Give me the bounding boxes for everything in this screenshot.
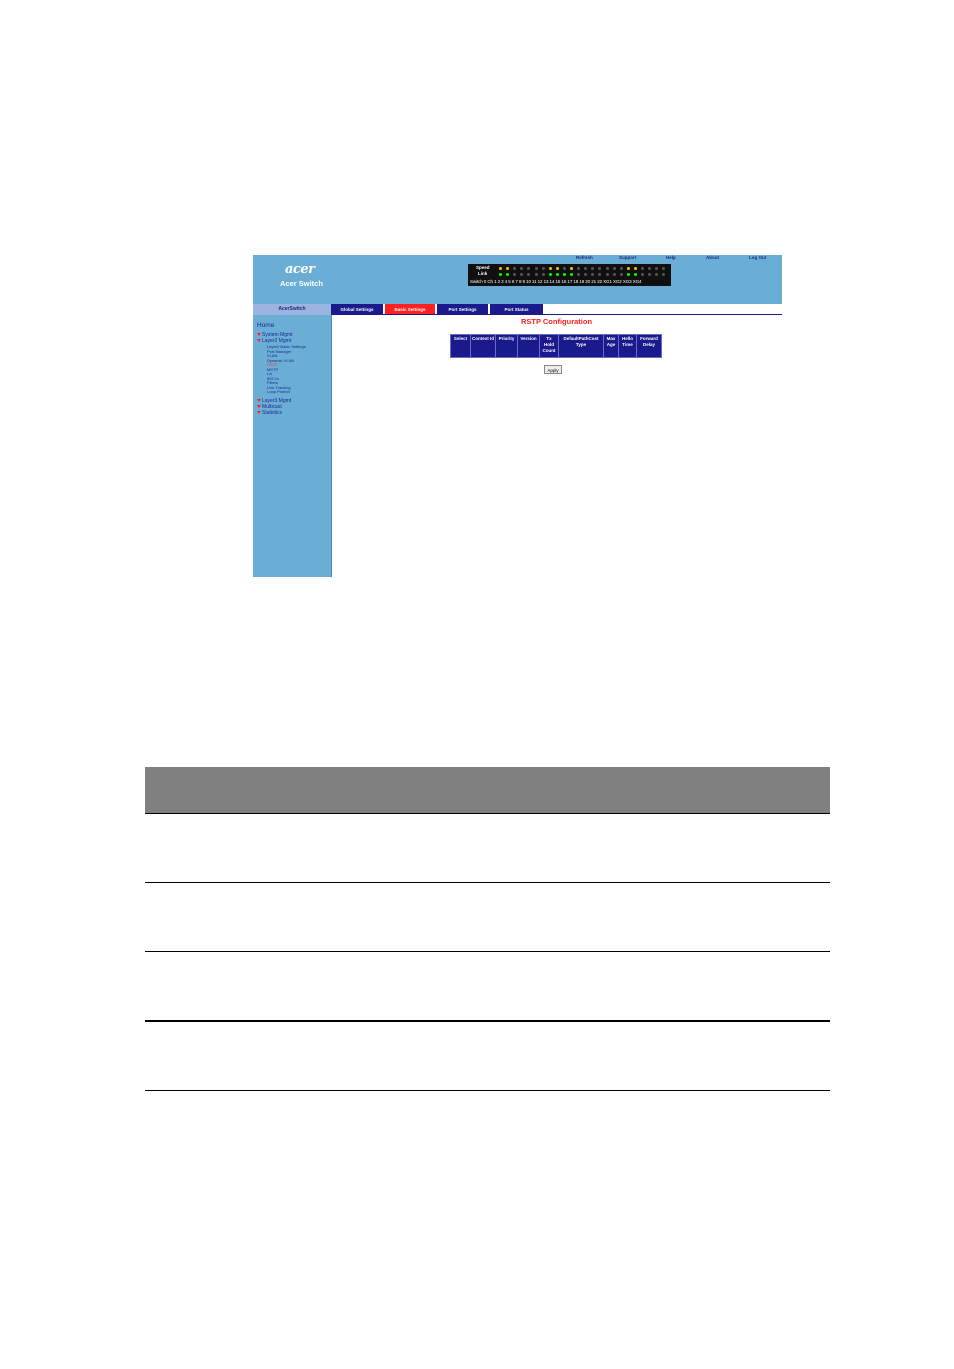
link-led-icon	[591, 273, 595, 276]
about-link[interactable]: About	[706, 255, 719, 260]
col-forward-delay: Forward Delay	[636, 334, 662, 358]
switch-web-ui-screenshot: acer Acer Switch Refresh Support Help Ab…	[253, 255, 782, 577]
link-led-icon	[662, 273, 666, 276]
speed-led-icon	[548, 267, 552, 270]
speed-led-icon	[641, 267, 644, 270]
link-led-icon	[513, 273, 517, 276]
table-row-divider	[145, 813, 830, 814]
col-version: Version	[517, 334, 540, 358]
table-row-divider	[145, 1020, 830, 1022]
acer-logo: acer	[285, 262, 315, 277]
rstp-config-table: Select Context Id Priority Version Tx Ho…	[450, 334, 662, 358]
speed-led-icon	[626, 267, 630, 270]
speed-led-icon	[633, 267, 637, 270]
header-banner: acer Acer Switch Refresh Support Help Ab…	[253, 255, 782, 304]
port-numbers: Switch 0 Ch 1 2 3 4 5 6 7 8 9 10 11 12 1…	[470, 279, 642, 284]
speed-led-icon	[570, 267, 573, 270]
speed-led-icon	[513, 267, 517, 270]
link-led-icon	[506, 273, 510, 276]
product-name: Acer Switch	[280, 279, 323, 288]
page-title: RSTP Configuration	[520, 317, 593, 326]
link-led-icon	[499, 273, 502, 276]
speed-led-icon	[577, 267, 581, 270]
table-row-divider	[145, 882, 830, 883]
sidebar-item[interactable]: Loop Protect	[267, 389, 290, 394]
speed-led-icon	[584, 267, 588, 270]
speed-led-icon	[541, 267, 545, 270]
link-led-icon	[555, 273, 559, 276]
speed-led-icon	[648, 267, 652, 270]
sidebar-item-label: Loop Protect	[267, 389, 290, 394]
table-row-divider	[145, 1090, 830, 1091]
link-led-icon	[577, 273, 581, 276]
col-max-age: Max Age	[603, 334, 619, 358]
link-led-icon	[562, 273, 566, 276]
expand-arrow-icon	[257, 339, 261, 343]
switch-label: Switch 0 Ch	[470, 279, 493, 284]
link-led-icon	[641, 273, 644, 276]
speed-led-icon	[506, 267, 510, 270]
table-header-row: Select Context Id Priority Version Tx Ho…	[450, 334, 662, 358]
link-led-icon	[655, 273, 659, 276]
speed-led-icon	[520, 267, 524, 270]
speed-led-icon	[534, 267, 538, 270]
link-led-icon	[548, 273, 552, 276]
speed-led-icon	[591, 267, 595, 270]
port-status-panel: Speed Link Switch 0 Ch 1 2 3 4 5 6 7 8 9…	[468, 264, 671, 286]
speed-led-icon	[527, 267, 531, 270]
link-led-icon	[605, 273, 609, 276]
speed-led-icon	[562, 267, 566, 270]
speed-led-icon	[598, 267, 602, 270]
link-led-icon	[527, 273, 531, 276]
tab-underline	[331, 314, 782, 315]
expand-arrow-icon	[257, 399, 261, 403]
expand-arrow-icon	[257, 333, 261, 337]
link-led-icon	[520, 273, 524, 276]
link-led-icon	[541, 273, 545, 276]
speed-led-icon	[555, 267, 559, 270]
col-tx-hold-count: Tx Hold Count	[539, 334, 559, 358]
col-context-id: Context Id	[470, 334, 496, 358]
link-led-icon	[633, 273, 637, 276]
speed-led-icon	[655, 267, 659, 270]
speed-led-icon	[662, 267, 666, 270]
refresh-link[interactable]: Refresh	[576, 255, 593, 260]
expand-arrow-icon	[257, 411, 261, 415]
help-link[interactable]: Help	[666, 255, 676, 260]
speed-label: Speed	[476, 265, 490, 270]
support-link[interactable]: Support	[619, 255, 636, 260]
speed-led-icon	[619, 267, 623, 270]
link-led-icon	[598, 273, 602, 276]
speed-led-icon	[605, 267, 609, 270]
link-led-icon	[584, 273, 588, 276]
port-number-list: 1 2 3 4 5 6 7 8 9 10 11 12 13 14 15 16 1…	[494, 279, 642, 284]
link-led-icon	[648, 273, 652, 276]
sidebar: Home System Mgmt Layer2 Mgmt Layer2 Basic …	[253, 315, 332, 577]
link-label: Link	[478, 271, 488, 276]
link-led-icon	[570, 273, 573, 276]
apply-button[interactable]: Apply	[544, 365, 562, 374]
description-table-header	[145, 767, 830, 813]
speed-led-icon	[612, 267, 616, 270]
col-select: Select	[450, 334, 471, 358]
col-hello-time: Hello Time	[618, 334, 637, 358]
col-priority: Priority	[495, 334, 518, 358]
sidebar-item-label: Statistics	[262, 410, 283, 416]
link-led-icon	[626, 273, 630, 276]
expand-arrow-icon	[257, 405, 261, 409]
top-links: Refresh Support Help About Log Out	[563, 255, 782, 263]
speed-led-icon	[499, 267, 502, 270]
link-led-icon	[619, 273, 623, 276]
link-led-icon	[612, 273, 616, 276]
table-row-divider	[145, 951, 830, 952]
sidebar-item[interactable]: Statistics	[257, 410, 282, 416]
link-led-icon	[534, 273, 538, 276]
col-default-path-cost-type: DefaultPathCost Type	[558, 334, 604, 358]
logout-link[interactable]: Log Out	[749, 255, 766, 260]
sidebar-home-link[interactable]: Home	[257, 322, 274, 329]
sidebar-brand: AcerSwitch	[253, 304, 331, 315]
